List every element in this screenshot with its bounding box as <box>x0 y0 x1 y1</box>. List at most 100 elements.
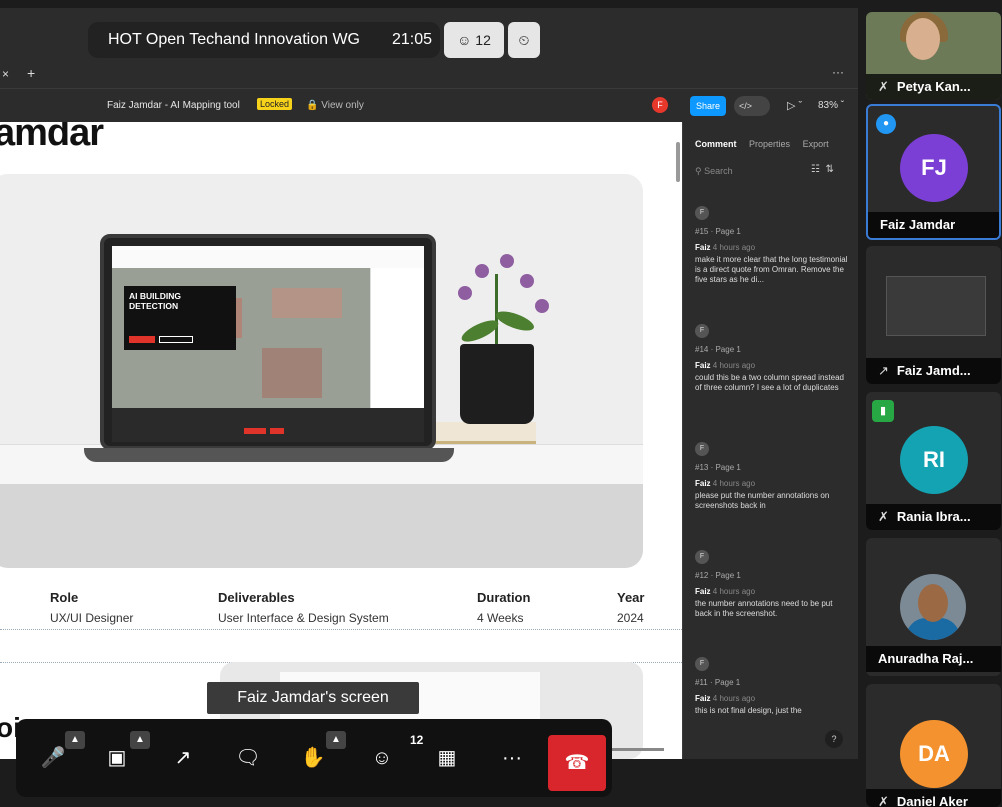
plant-flower <box>520 274 534 288</box>
meta-key: Role <box>50 590 79 605</box>
raise-hand-icon[interactable]: ✋ <box>292 737 334 779</box>
plant-flower <box>500 254 514 268</box>
meta-role: Role UX/UI Designer <box>50 590 133 625</box>
help-button[interactable]: ? <box>825 730 843 748</box>
call-toolbar: ▲ 🎤 ▲ ▣ ↗ 🗨 ▲ ✋ 12 ☺ ▦ ··· ☎ <box>16 719 612 797</box>
guide-line <box>0 629 682 630</box>
plant-pot <box>460 344 534 424</box>
comment-ref: #14 · Page 1 <box>695 345 741 354</box>
comment-item[interactable]: F #13 · Page 1 Faiz 4 hours ago please p… <box>695 442 851 511</box>
ai-card-heading: AI BUILDING DETECTION <box>129 291 181 311</box>
more-options-icon[interactable]: ··· <box>491 737 533 779</box>
panel-tabs: Comment Properties Export <box>695 139 839 149</box>
page-heading: amdar <box>0 122 104 154</box>
new-tab-icon[interactable]: + <box>27 65 35 81</box>
tab-comment[interactable]: Comment <box>695 139 737 149</box>
shelf-front <box>0 484 643 568</box>
commenter-avatar: F <box>695 657 709 671</box>
ai-detection-card: AI BUILDING DETECTION <box>124 286 236 350</box>
mic-muted-icon: ✗ <box>878 794 889 807</box>
meta-year: Year 2024 <box>617 590 644 625</box>
participant-tile[interactable]: ↗ Faiz Jamd... <box>866 246 1001 384</box>
tab-export[interactable]: Export <box>803 139 829 149</box>
participant-name: ✗ Rania Ibra... <box>866 504 1001 530</box>
hero-mockup-image: AI BUILDING DETECTION <box>0 174 643 568</box>
comment-author: Faiz <box>695 361 711 370</box>
plant-flower <box>475 264 489 278</box>
filter-sort-icons[interactable]: ☷ ⇅ <box>811 164 834 175</box>
tab-properties[interactable]: Properties <box>749 139 790 149</box>
participant-tile[interactable]: ✗ Petya Kan... <box>866 12 1001 100</box>
mic-muted-icon: ✗ <box>878 79 889 94</box>
meta-key: Deliverables <box>218 590 295 605</box>
participant-tile[interactable]: ● FJ Faiz Jamdar <box>866 104 1001 240</box>
participant-count: 12 <box>475 32 491 48</box>
bot-icon: ● <box>876 114 896 134</box>
comment-search[interactable]: ⚲ Search <box>695 166 733 177</box>
comments-panel: Comment Properties Export ⚲ Search ☷ ⇅ F… <box>682 122 858 759</box>
dev-mode-toggle[interactable]: </> <box>734 96 770 116</box>
meeting-timer: 21:05 <box>392 31 433 48</box>
participant-avatar: RI <box>900 426 968 494</box>
present-icon[interactable]: ▷ ˇ <box>787 99 802 112</box>
comment-ref: #12 · Page 1 <box>695 571 741 580</box>
comment-ref: #15 · Page 1 <box>695 227 741 236</box>
meta-key: Duration <box>477 590 531 605</box>
share-screen-icon[interactable]: ↗ <box>162 737 204 779</box>
design-canvas[interactable]: amdar AI BUILDING DETECTION Role UX/UI D… <box>0 122 682 759</box>
participant-tile[interactable]: DA ✗ Daniel Aker <box>866 684 1001 807</box>
meeting-title-bar: HOT Open Techand Innovation WG 21:05 <box>88 22 440 58</box>
chat-icon[interactable]: 🗨 <box>227 737 269 779</box>
comment-author: Faiz <box>695 243 711 252</box>
meta-deliverables: Deliverables User Interface & Design Sys… <box>218 590 389 625</box>
mic-muted-icon[interactable]: 🎤 <box>32 737 74 779</box>
comment-item[interactable]: F #14 · Page 1 Faiz 4 hours ago could th… <box>695 324 851 393</box>
participants-icon[interactable]: ☺ <box>361 737 403 779</box>
ai-card-primary-button <box>129 336 155 343</box>
participant-avatar: DA <box>900 720 968 788</box>
user-avatar[interactable]: F <box>652 97 668 113</box>
screen-share-caption: Faiz Jamdar's screen <box>207 682 419 714</box>
commenter-avatar: F <box>695 206 709 220</box>
apps-grid-icon[interactable]: ▦ <box>426 737 468 779</box>
comment-text: could this be a two column spread instea… <box>695 373 844 392</box>
laptop-mockup: AI BUILDING DETECTION <box>100 234 436 450</box>
participant-tile[interactable]: ▮ RI ✗ Rania Ibra... <box>866 392 1001 530</box>
close-tab-icon[interactable]: × <box>2 67 9 81</box>
meta-value: 2024 <box>617 611 644 625</box>
signal-strength-icon: ▮ <box>872 400 894 422</box>
plant-flower <box>535 299 549 313</box>
comment-ref: #13 · Page 1 <box>695 463 741 472</box>
comment-item[interactable]: F #15 · Page 1 Faiz 4 hours ago make it … <box>695 206 851 285</box>
comment-time: 4 hours ago <box>712 243 756 252</box>
camera-icon[interactable]: ▣ <box>96 737 138 779</box>
commenter-avatar: F <box>695 324 709 338</box>
participant-name: ✗ Petya Kan... <box>866 74 1001 100</box>
figma-toolbar: Faiz Jamdar - AI Mapping tool Locked 🔒 V… <box>0 88 858 122</box>
comment-author: Faiz <box>695 587 711 596</box>
connection-speed-icon[interactable]: ⏲ <box>508 22 540 58</box>
hang-up-button[interactable]: ☎ <box>548 735 606 791</box>
commenter-avatar: F <box>695 550 709 564</box>
search-placeholder: Search <box>704 166 733 176</box>
comment-item[interactable]: F #11 · Page 1 Faiz 4 hours ago this is … <box>695 657 851 716</box>
meta-duration: Duration 4 Weeks <box>477 590 530 625</box>
meeting-window: × + ··· Faiz Jamdar - AI Mapping tool Lo… <box>0 0 1002 807</box>
more-icon[interactable]: ··· <box>832 65 844 79</box>
canvas-scrollbar[interactable] <box>676 142 680 182</box>
participant-avatar: FJ <box>900 134 968 202</box>
laptop-screen: AI BUILDING DETECTION <box>112 246 424 442</box>
commenter-avatar: F <box>695 442 709 456</box>
meta-value: User Interface & Design System <box>218 611 389 625</box>
mic-muted-icon: ✗ <box>878 509 889 524</box>
participants-count-button[interactable]: ☺ 12 <box>444 22 504 58</box>
participant-tile[interactable]: Anuradha Raj... <box>866 538 1001 676</box>
comment-time: 4 hours ago <box>712 694 756 703</box>
comment-author: Faiz <box>695 479 711 488</box>
comment-author: Faiz <box>695 694 711 703</box>
comment-text: this is not final design, just the <box>695 706 802 715</box>
share-button[interactable]: Share <box>690 96 726 116</box>
participant-name: ✗ Daniel Aker <box>866 789 1001 807</box>
zoom-level[interactable]: 83% ˇ <box>818 100 844 111</box>
comment-item[interactable]: F #12 · Page 1 Faiz 4 hours ago the numb… <box>695 550 851 619</box>
